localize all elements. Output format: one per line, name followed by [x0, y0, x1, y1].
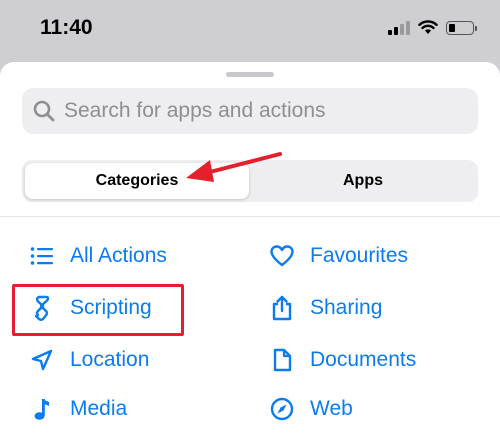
category-label: Documents	[310, 348, 417, 371]
heart-icon	[268, 242, 296, 270]
search-placeholder: Search for apps and actions	[64, 99, 326, 122]
status-icons	[388, 20, 477, 35]
cellular-signal-icon	[388, 20, 410, 35]
battery-icon	[446, 20, 477, 35]
category-media[interactable]: Media	[28, 395, 127, 423]
annotation-arrow	[186, 152, 282, 182]
document-icon	[268, 346, 296, 374]
sheet-grabber[interactable]	[226, 72, 274, 77]
list-icon	[28, 242, 56, 270]
category-favourites[interactable]: Favourites	[268, 242, 408, 270]
category-all-actions[interactable]: All Actions	[28, 242, 167, 270]
category-label: All Actions	[70, 244, 167, 267]
search-field[interactable]: Search for apps and actions	[22, 88, 478, 134]
annotation-highlight-box	[12, 284, 184, 336]
category-label: Location	[70, 348, 150, 371]
category-label: Web	[310, 397, 353, 420]
category-sharing[interactable]: Sharing	[268, 294, 382, 322]
share-icon	[268, 294, 296, 322]
music-note-icon	[28, 395, 56, 423]
location-arrow-icon	[28, 346, 56, 374]
status-time: 11:40	[40, 16, 93, 39]
wifi-icon	[418, 20, 438, 34]
status-bar: 11:40	[0, 0, 500, 60]
category-label: Sharing	[310, 296, 383, 319]
category-location[interactable]: Location	[28, 346, 149, 374]
category-label: Favourites	[310, 244, 409, 267]
category-label: Media	[70, 397, 128, 420]
compass-icon	[268, 395, 296, 423]
category-web[interactable]: Web	[268, 395, 353, 423]
actions-sheet: Search for apps and actions Categories A…	[0, 62, 500, 447]
search-icon	[33, 100, 55, 122]
category-documents[interactable]: Documents	[268, 346, 416, 374]
section-divider	[0, 216, 500, 217]
